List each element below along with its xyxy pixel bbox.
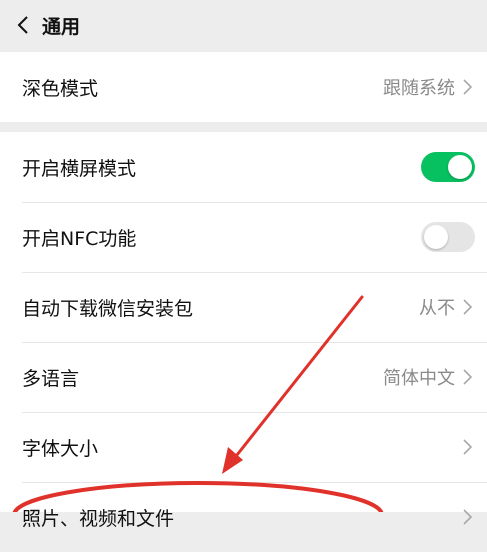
row-auto-download[interactable]: 自动下载微信安装包 从不 [0,272,487,342]
dark-mode-label: 深色模式 [22,77,99,100]
chevron-right-icon [463,368,475,386]
row-dark-mode[interactable]: 深色模式 跟随系统 [0,52,487,122]
back-button[interactable] [4,0,42,50]
nfc-label: 开启NFC功能 [22,227,137,250]
page-title: 通用 [42,15,81,38]
auto-download-value: 从不 [419,298,455,319]
chevron-right-icon [463,438,475,456]
language-label: 多语言 [22,367,80,390]
chevron-right-icon [463,508,475,526]
section-display: 深色模式 跟随系统 [0,52,487,122]
chevron-left-icon [17,16,28,34]
landscape-toggle[interactable] [421,152,475,182]
auto-download-label: 自动下载微信安装包 [22,297,194,320]
language-value: 简体中文 [383,368,455,389]
landscape-label: 开启横屏模式 [22,157,137,180]
row-font-size[interactable]: 字体大小 [0,412,487,482]
nfc-toggle[interactable] [421,222,475,252]
dark-mode-value: 跟随系统 [383,78,455,99]
row-language[interactable]: 多语言 简体中文 [0,342,487,412]
toggle-knob [448,155,472,179]
toggle-knob [424,225,448,249]
media-label: 照片、视频和文件 [22,507,175,530]
section-general: 开启横屏模式 开启NFC功能 自动下载微信安装包 从不 多语言 简体中文 字体大… [0,132,487,530]
row-nfc[interactable]: 开启NFC功能 [0,202,487,272]
row-landscape[interactable]: 开启横屏模式 [0,132,487,202]
chevron-right-icon [463,298,475,316]
row-media[interactable]: 照片、视频和文件 [0,482,487,552]
chevron-right-icon [463,78,475,96]
nav-header: 通用 [0,0,487,50]
font-size-label: 字体大小 [22,437,99,460]
